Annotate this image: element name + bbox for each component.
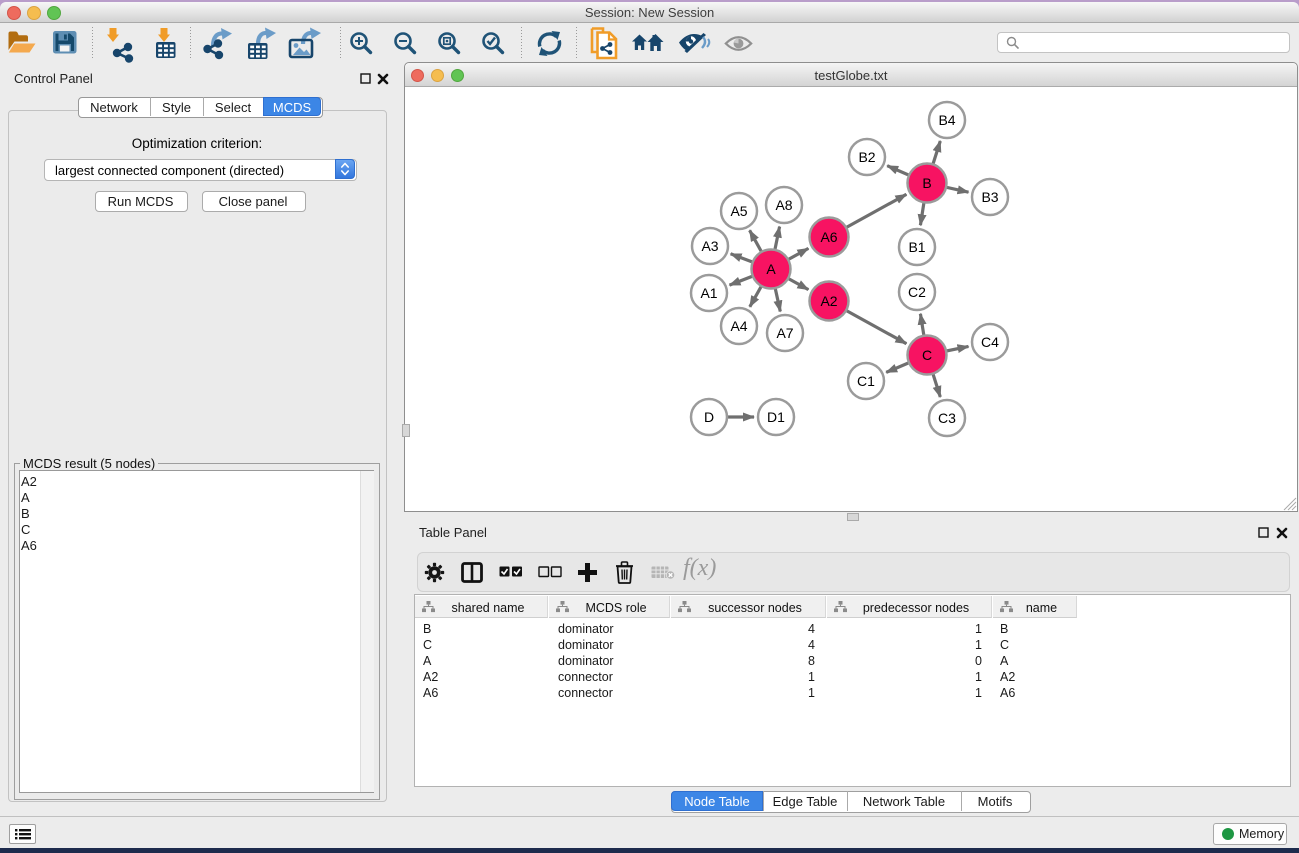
svg-text:A7: A7 <box>776 325 793 341</box>
svg-text:A5: A5 <box>730 203 747 219</box>
svg-text:D: D <box>704 409 714 425</box>
svg-text:A3: A3 <box>701 238 718 254</box>
svg-text:C1: C1 <box>857 373 875 389</box>
svg-text:B: B <box>922 175 931 191</box>
svg-text:C3: C3 <box>938 410 956 426</box>
svg-text:A8: A8 <box>775 197 792 213</box>
svg-text:A4: A4 <box>730 318 747 334</box>
svg-text:A: A <box>766 261 776 277</box>
svg-text:C4: C4 <box>981 334 999 350</box>
svg-text:A6: A6 <box>820 229 837 245</box>
svg-text:B4: B4 <box>938 112 955 128</box>
svg-text:D1: D1 <box>767 409 785 425</box>
svg-text:A1: A1 <box>700 285 717 301</box>
svg-text:A2: A2 <box>820 293 837 309</box>
svg-text:B2: B2 <box>858 149 875 165</box>
svg-text:B3: B3 <box>981 189 998 205</box>
svg-text:C: C <box>922 347 932 363</box>
svg-text:B1: B1 <box>908 239 925 255</box>
svg-text:C2: C2 <box>908 284 926 300</box>
